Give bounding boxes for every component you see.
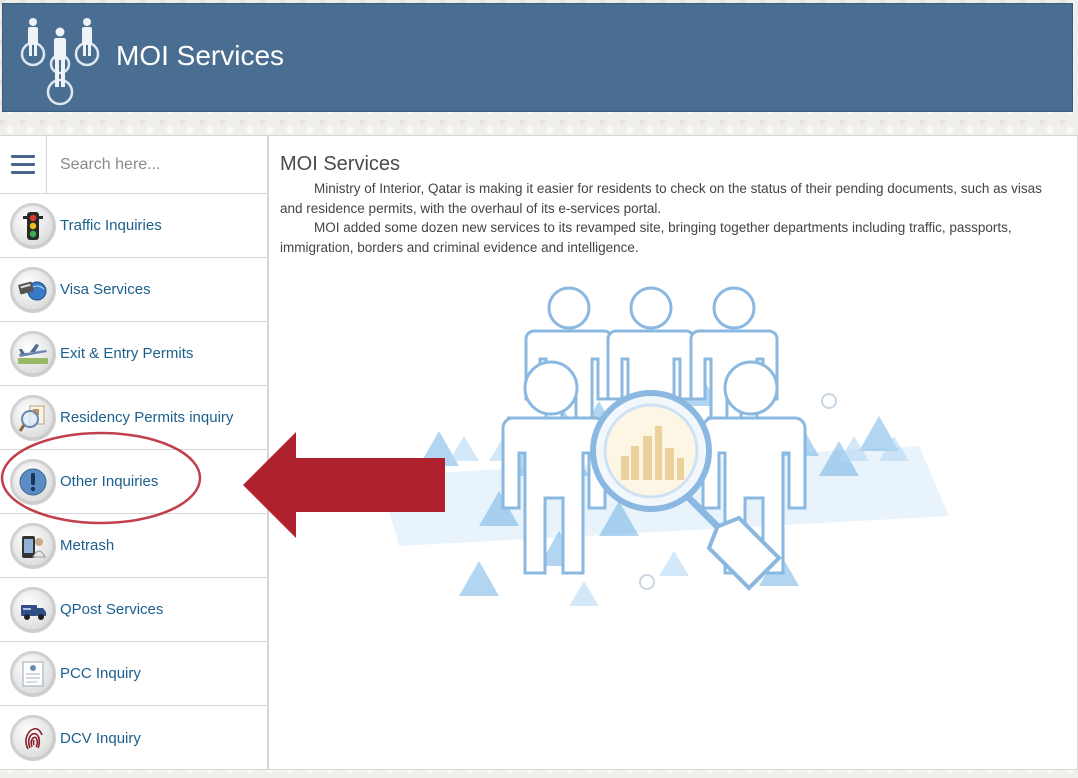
site-title: MOI Services <box>116 40 285 71</box>
sidebar-item-pcc-inquiry[interactable]: PCC Inquiry <box>0 642 267 706</box>
sidebar-item-traffic-inquiries[interactable]: Traffic Inquiries <box>0 194 267 258</box>
site-header: MOI Services <box>2 3 1073 112</box>
sidebar-item-visa-services[interactable]: Visa Services <box>0 258 267 322</box>
sidebar-item-label: Exit & Entry Permits <box>60 345 194 362</box>
certificate-icon <box>10 650 56 697</box>
sidebar-item-label: Visa Services <box>60 281 151 298</box>
sidebar-item-label: DCV Inquiry <box>60 729 141 747</box>
sidebar-item-other-inquiries[interactable]: Other Inquiries <box>0 450 267 514</box>
sidebar-item-label: Metrash <box>60 537 115 554</box>
magnifier-document-icon <box>10 394 56 441</box>
search-input[interactable] <box>47 136 267 193</box>
intro-paragraph: Ministry of Interior, Qatar is making it… <box>280 181 1042 216</box>
sidebar-item-label: Other Inquiries <box>60 473 159 490</box>
intro-paragraph: MOI added some dozen new services to its… <box>280 220 1012 255</box>
search-row <box>0 136 267 194</box>
metrash-phone-icon <box>10 522 56 569</box>
exclamation-icon <box>10 458 56 505</box>
airplane-icon <box>10 330 56 377</box>
page-title: MOI Services <box>280 153 401 175</box>
intro-text: Ministry of Interior, Qatar is making it… <box>280 179 1060 257</box>
people-network-icon <box>20 18 100 106</box>
sidebar: Traffic Inquiries Visa Services Exit & E… <box>0 135 268 770</box>
visa-globe-icon <box>10 266 56 313</box>
left-arrow-icon <box>243 432 445 538</box>
sidebar-item-label: QPost Services <box>60 601 164 618</box>
sidebar-item-label: Traffic Inquiries <box>60 217 162 234</box>
sidebar-item-metrash[interactable]: Metrash <box>0 514 267 578</box>
sidebar-item-residency-permits[interactable]: Residency Permits inquiry <box>0 386 267 450</box>
sidebar-item-exit-entry-permits[interactable]: Exit & Entry Permits <box>0 322 267 386</box>
sidebar-item-dcv-inquiry[interactable]: DCV Inquiry <box>0 706 267 770</box>
traffic-light-icon <box>10 202 56 249</box>
sidebar-item-label: Residency Permits inquiry <box>60 409 234 426</box>
sidebar-item-label: PCC Inquiry <box>60 665 141 682</box>
sidebar-item-qpost-services[interactable]: QPost Services <box>0 578 267 642</box>
fingerprint-icon <box>10 715 56 761</box>
delivery-truck-icon <box>10 586 56 633</box>
people-search-illustration <box>379 286 949 606</box>
hamburger-icon[interactable] <box>0 136 47 193</box>
